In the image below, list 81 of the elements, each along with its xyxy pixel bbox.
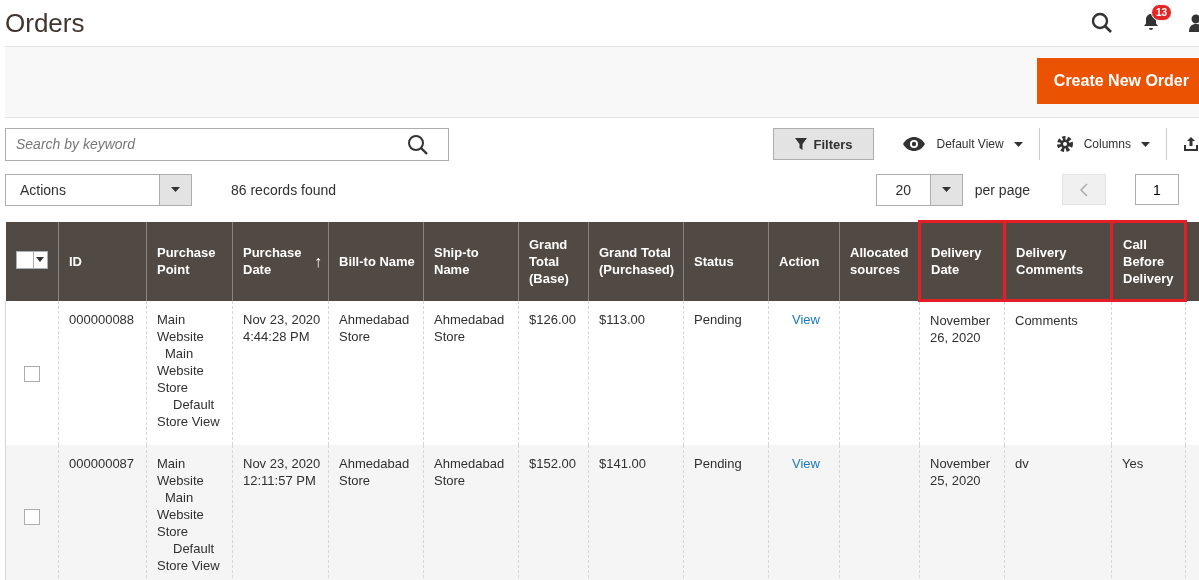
caret-icon [1013,141,1023,147]
row-checkbox[interactable] [24,365,40,382]
actions-dropdown[interactable]: Actions [5,173,192,206]
table-cell: $152.00 [529,456,576,471]
view-dropdown[interactable]: Default View [902,137,1023,151]
caret-icon [35,257,44,262]
notification-count: 13 [1151,3,1173,21]
column-label: Allocated sources [850,244,910,278]
export-icon[interactable] [1183,137,1199,151]
column-label: Delivery Comments [1016,244,1085,278]
table-cell: Yes [1122,456,1144,471]
filters-button[interactable]: Filters [773,128,875,160]
table-cell: $126.00 [529,311,576,327]
column-label: ID [69,252,82,270]
table-cell-text: Default Store View [157,540,221,574]
column-header[interactable]: Grand Total (Purchased) [588,221,684,301]
columns-dropdown[interactable]: Columns [1055,135,1150,153]
column-header[interactable]: Ship-to Name [423,221,519,301]
caret-icon [1141,141,1150,147]
column-header[interactable]: Delivery Comments [1004,221,1112,301]
view-link[interactable]: View [792,456,820,471]
column-label: Grand Total (Base) [529,235,570,287]
records-count: 86 records found [231,181,337,198]
table-cell: November 26, 2020 [930,313,990,345]
column-header[interactable]: Grand Total (Base) [518,221,589,301]
column-label: Ship-to Name [434,244,480,278]
per-page-label: per page [974,181,1030,198]
table-cell-text: Main Website [157,310,205,345]
table-cell: Ahmedabad Store [339,456,410,488]
row-checkbox[interactable] [24,509,40,526]
column-header[interactable]: ID [58,221,147,301]
search-icon[interactable] [1091,12,1113,34]
table-cell: Pending [694,456,742,471]
gear-icon [1055,135,1074,153]
column-label: Call Before Delivery [1123,235,1175,287]
table-cell: 000000087 [69,456,135,471]
column-label: Purchase Point [157,244,217,278]
search-field[interactable]: Search by keyword [5,127,449,161]
table-cell: Nov 23, 2020 4:44:28 PM [243,311,321,344]
mass-select-dropdown[interactable] [15,250,48,269]
column-label: Purchase Date [243,244,303,278]
caret-icon [941,187,951,192]
column-label: Action [779,252,820,270]
view-link[interactable]: View [792,311,820,327]
table-cell-text: Main Website Store [157,344,205,396]
column-label: Bill-to Name [339,252,415,270]
column-header[interactable]: Bill-to Name [328,221,424,301]
column-header[interactable]: Action [768,221,840,301]
table-cell-text: Main Website [157,455,205,489]
table-cell: $113.00 [599,311,646,327]
column-header[interactable]: Allocated sources [839,221,920,301]
chevron-left-icon [1080,182,1088,197]
table-cell: Ahmedabad Store [434,456,505,488]
table-cell: Comments [1015,313,1078,328]
column-label: Delivery Date [931,244,983,278]
page-title: Orders [5,7,85,39]
column-header[interactable]: Call Before Delivery [1111,221,1186,301]
table-cell: Ahmedabad Store [339,311,410,344]
table-cell: Nov 23, 2020 12:11:57 PM [243,456,321,488]
table-cell: Ahmedabad Store [434,311,505,344]
search-icon [407,133,429,156]
filter-icon [795,138,808,150]
column-header[interactable]: Delivery Date [919,221,1005,301]
page-number-field[interactable]: 1 [1135,174,1179,205]
table-cell: 000000088 [69,311,135,327]
table-cell: November 25, 2020 [930,456,990,488]
column-header[interactable]: Status [683,221,769,301]
table-cell-text: Main Website Store [157,489,205,540]
column-label: Status [694,252,734,270]
eye-icon [902,137,927,151]
create-order-button[interactable]: Create New Order [1036,58,1199,104]
user-icon[interactable] [1189,14,1199,32]
table-cell: Pending [694,311,742,327]
table-cell-text: Default Store View [157,395,221,430]
column-header[interactable]: Purchase Point [146,221,233,301]
page-size-dropdown[interactable]: 20 [875,173,963,206]
column-label: Grand Total (Purchased) [599,244,676,278]
caret-icon [171,187,180,192]
sort-arrow: ↑ [314,252,322,270]
table-cell: dv [1015,456,1029,471]
table-cell: $141.00 [599,456,646,471]
